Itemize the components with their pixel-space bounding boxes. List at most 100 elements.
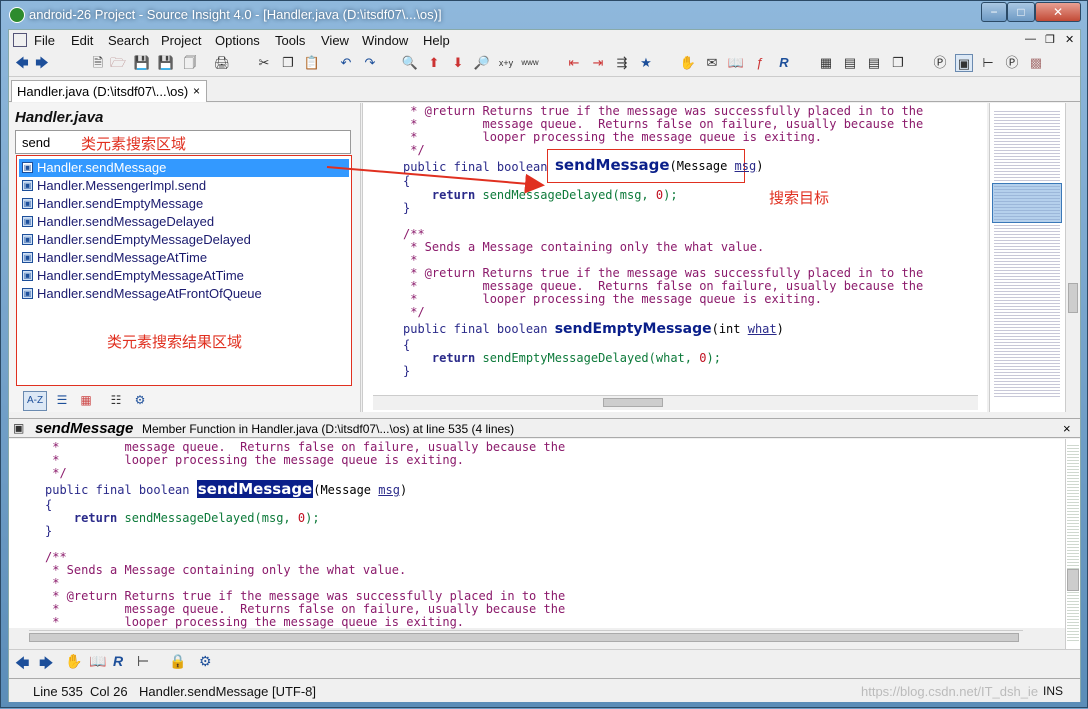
undo-icon[interactable]: ↶ — [337, 54, 355, 72]
symbol-result-item[interactable]: ▣ Handler.sendEmptyMessageAtTime — [19, 267, 349, 285]
context-window[interactable]: * message queue. Returns false on failur… — [9, 439, 1065, 629]
save-all-icon[interactable]: 💾 — [157, 54, 175, 72]
search-files-icon[interactable]: 🔎 — [473, 54, 491, 72]
relation-icon[interactable]: R — [775, 54, 793, 72]
back-icon[interactable]: 🡄 — [13, 54, 31, 72]
minimize-button[interactable]: − — [981, 2, 1007, 22]
watermark: https://blog.csdn.net/IT_dsh_ie — [861, 684, 1039, 699]
mdi-close-icon[interactable]: ✕ — [1065, 33, 1074, 46]
symbol-result-item[interactable]: ▣ Handler.sendMessage — [19, 159, 349, 177]
highlighted-symbol: sendMessage — [196, 480, 314, 498]
symbol-result-item[interactable]: ▣ Handler.sendEmptyMessageDelayed — [19, 231, 349, 249]
mdi-minimize-icon[interactable]: — — [1025, 33, 1036, 45]
save-icon[interactable]: 💾 — [133, 54, 151, 72]
symbol-result-item[interactable]: ▣ Handler.MessengerImpl.send — [19, 177, 349, 195]
call-tree-icon[interactable]: ƒ — [751, 54, 769, 72]
context-minimap[interactable] — [1065, 439, 1080, 649]
menu-edit[interactable]: Edit — [71, 33, 93, 48]
editor-vscrollbar[interactable] — [1065, 103, 1080, 412]
new-file-icon[interactable]: 🗎 — [89, 54, 107, 72]
menu-search[interactable]: Search — [108, 33, 149, 48]
symbol-window-icon[interactable]: ⊢ — [137, 653, 149, 670]
web-search-icon[interactable]: www — [521, 54, 539, 72]
snippet-icon[interactable]: Ⓟ — [1003, 54, 1021, 72]
list-view-icon[interactable]: ☰ — [51, 391, 73, 411]
symbol-result-item[interactable]: ▣ Handler.sendMessageAtTime — [19, 249, 349, 267]
find-next-icon[interactable]: ⬇ — [449, 54, 467, 72]
symbol-window-icon[interactable]: ⊢ — [979, 54, 997, 72]
symbol-result-item[interactable]: ▣ Handler.sendEmptyMessage — [19, 195, 349, 213]
code-token: (what, — [648, 351, 700, 365]
tab-close-icon[interactable]: × — [193, 84, 200, 98]
menu-view[interactable]: View — [321, 33, 349, 48]
scroll-thumb[interactable] — [603, 398, 663, 407]
symbol-result-item[interactable]: ▣ Handler.sendMessageDelayed — [19, 213, 349, 231]
back-icon[interactable]: 🡄 — [15, 653, 29, 677]
scroll-thumb[interactable] — [1067, 569, 1079, 591]
mdi-restore-icon[interactable]: ❐ — [1045, 33, 1055, 46]
system-menu-icon[interactable] — [13, 33, 27, 47]
print-icon[interactable]: 🖨 — [213, 54, 231, 72]
relation-icon[interactable]: R — [113, 653, 123, 669]
tab-handler-java[interactable]: Handler.java (D:\itsdf07\...\os) × — [11, 80, 207, 102]
clip-icon[interactable]: ▩ — [1027, 54, 1045, 72]
find-prev-icon[interactable]: ⬆ — [425, 54, 443, 72]
scroll-thumb[interactable] — [29, 633, 1019, 642]
code-editor[interactable]: * @return Returns true if the message wa… — [362, 103, 987, 412]
close-button[interactable]: ✕ — [1035, 2, 1081, 22]
editor-hscrollbar[interactable] — [373, 395, 978, 410]
go-line-icon[interactable]: ⇶ — [613, 54, 631, 72]
function-definition-name[interactable]: sendMessage — [555, 156, 670, 174]
references-icon[interactable]: 📖 — [89, 653, 106, 670]
layout2-icon[interactable]: ▤ — [841, 54, 859, 72]
browse-symbols-icon[interactable]: ☷ — [105, 391, 127, 411]
jump-icon[interactable]: ✋ — [679, 54, 697, 72]
menu-options[interactable]: Options — [215, 33, 260, 48]
context-hscrollbar[interactable] — [29, 630, 1023, 645]
jump-icon[interactable]: ✋ — [65, 653, 82, 670]
forward-icon[interactable]: 🡆 — [39, 653, 53, 677]
cut-icon[interactable]: ✂ — [255, 54, 273, 72]
overview-minimap[interactable] — [989, 103, 1065, 412]
browse-icon[interactable]: ✉ — [703, 54, 721, 72]
paste-icon[interactable]: 📋 — [303, 54, 321, 72]
bookmark-prev-icon[interactable]: ⇤ — [565, 54, 583, 72]
code-token: sendMessageDelayed — [124, 511, 255, 525]
settings-icon[interactable]: ⚙ — [199, 653, 212, 670]
references-icon[interactable]: 📖 — [727, 54, 745, 72]
sort-az-icon[interactable]: A-Z — [23, 391, 47, 411]
function-definition-name[interactable]: sendEmptyMessage — [555, 321, 712, 337]
redo-icon[interactable]: ↷ — [361, 54, 379, 72]
code-token: return — [45, 511, 125, 525]
menu-tools[interactable]: Tools — [275, 33, 305, 48]
bookmark-next-icon[interactable]: ⇥ — [589, 54, 607, 72]
context-close-icon[interactable]: × — [1063, 421, 1071, 436]
results-area-annotation: 类元素搜索结果区域 — [107, 334, 243, 351]
minimap-viewport[interactable] — [992, 183, 1062, 223]
replace-icon[interactable]: x+y — [497, 54, 515, 72]
close-file-icon[interactable]: 🗍 — [181, 54, 199, 72]
project-icon[interactable]: Ⓟ — [931, 54, 949, 72]
layout4-icon[interactable]: ❐ — [889, 54, 907, 72]
open-icon[interactable]: 🗁 — [109, 54, 127, 72]
forward-icon[interactable]: 🡆 — [33, 54, 51, 72]
menu-project[interactable]: Project — [161, 33, 201, 48]
context-window-icon[interactable]: ▣ — [955, 54, 973, 72]
copy-icon[interactable]: ❐ — [279, 54, 297, 72]
lock-icon[interactable]: 🔒 — [169, 653, 186, 670]
settings-icon[interactable]: ⚙ — [129, 391, 151, 411]
client-area: File Edit Search Project Options Tools V… — [8, 29, 1081, 702]
scroll-thumb[interactable] — [1068, 283, 1078, 313]
menu-window[interactable]: Window — [362, 33, 408, 48]
symbol-result-item[interactable]: ▣ Handler.sendMessageAtFrontOfQueue — [19, 285, 349, 303]
layout3-icon[interactable]: ▤ — [865, 54, 883, 72]
find-icon[interactable]: 🔍 — [401, 54, 419, 72]
maximize-button[interactable]: □ — [1007, 2, 1035, 22]
code-token: sendMessageDelayed — [482, 188, 613, 202]
title-bar[interactable]: android-26 Project - Source Insight 4.0 … — [1, 1, 1087, 29]
menu-help[interactable]: Help — [423, 33, 450, 48]
menu-file[interactable]: File — [34, 33, 55, 48]
layout1-icon[interactable]: ▦ — [817, 54, 835, 72]
star-icon[interactable]: ★ — [637, 54, 655, 72]
category-icon[interactable]: ▦ — [75, 391, 97, 411]
